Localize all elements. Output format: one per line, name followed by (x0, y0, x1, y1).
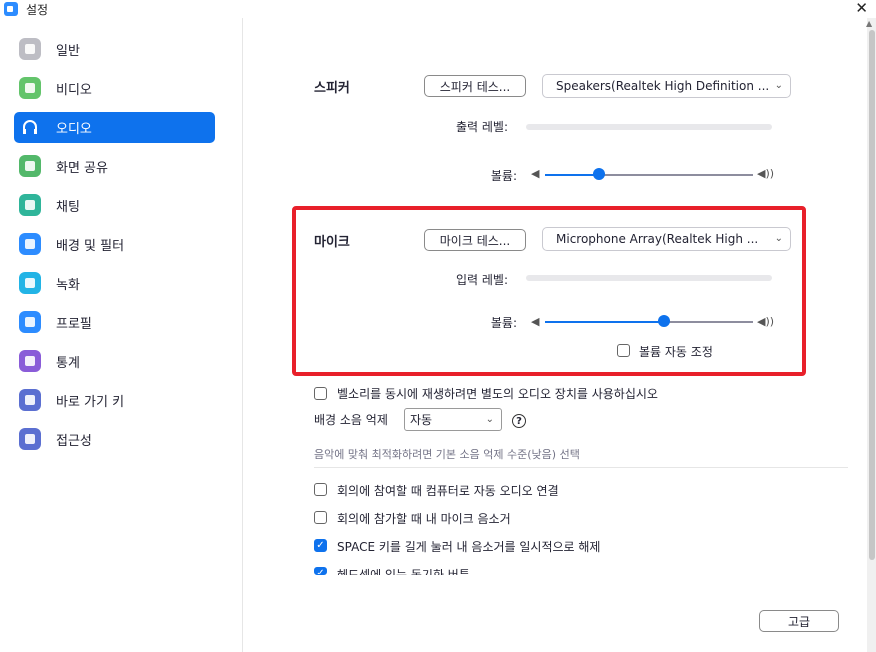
advanced-button[interactable]: 고급 (759, 610, 839, 632)
statistics-icon (19, 350, 41, 372)
option-label-1: 회의에 참가할 때 내 마이크 음소거 (337, 512, 511, 526)
record-icon (19, 272, 41, 294)
zoom-app-icon (4, 2, 18, 16)
option-label-2: SPACE 키를 길게 눌러 내 음소거를 일시적으로 해제 (337, 540, 601, 554)
sidebar-item-8[interactable]: 통계 (14, 346, 215, 377)
mic-volume-knob[interactable] (657, 315, 670, 327)
sidebar-item-9[interactable]: 바로 가기 키 (14, 385, 215, 416)
scrollbar-thumb[interactable] (869, 30, 875, 560)
sidebar-item-label: 녹화 (56, 278, 80, 293)
sidebar-item-5[interactable]: 배경 및 필터 (14, 229, 215, 260)
ringtone-label: 벨소리를 동시에 재생하려면 별도의 오디오 장치를 사용하십시오 (337, 387, 658, 401)
chat-icon (19, 194, 41, 216)
chevron-down-icon: ⌄ (774, 233, 783, 244)
keyboard-icon (19, 389, 41, 411)
mic-volume-label: 볼륨: (490, 316, 517, 330)
sidebar-item-label: 프로필 (56, 317, 92, 332)
input-level-label: 입력 레벨: (455, 273, 508, 287)
section-divider (314, 467, 848, 468)
window-title: 설정 (26, 3, 49, 17)
option-label-3: 헤드셋에 있는 동기화 버튼 (337, 568, 470, 575)
sidebar-item-label: 비디오 (56, 83, 92, 98)
option-checkbox-2[interactable]: ✓ (314, 539, 327, 552)
volume-low-icon: ◀ (531, 167, 540, 180)
ringtone-checkbox[interactable] (314, 387, 327, 400)
profile-icon (19, 311, 41, 333)
background-icon (19, 233, 41, 255)
mic-label: 마이크 (314, 235, 350, 250)
sidebar-item-label: 오디오 (56, 122, 92, 137)
volume-high-icon: ◀)) (757, 315, 775, 328)
output-level-meter (526, 124, 772, 130)
mic-device-value: Microphone Array(Realtek High ... (556, 232, 759, 246)
chevron-down-icon: ⌄ (485, 414, 494, 425)
gear-icon (19, 38, 41, 60)
auto-adjust-label: 볼륨 자동 조정 (639, 345, 713, 359)
chevron-down-icon: ⌄ (774, 80, 783, 91)
sidebar-item-4[interactable]: 채팅 (14, 190, 215, 221)
sidebar-item-label: 배경 및 필터 (56, 239, 125, 254)
speaker-volume-knob[interactable] (593, 168, 606, 180)
speaker-device-select[interactable]: Speakers(Realtek High Definition ... ⌄ (542, 74, 791, 98)
sidebar-item-label: 화면 공유 (56, 161, 108, 176)
speaker-volume-fill (545, 174, 600, 176)
sidebar-item-0[interactable]: 일반 (14, 34, 215, 65)
sidebar-item-label: 바로 가기 키 (56, 395, 125, 410)
scroll-up-icon[interactable]: ▲ (866, 19, 872, 28)
mic-device-select[interactable]: Microphone Array(Realtek High ... ⌄ (542, 227, 791, 251)
noise-suppression-label: 배경 소음 억제 (314, 413, 388, 427)
option-checkbox-0[interactable] (314, 483, 327, 496)
sidebar-item-label: 통계 (56, 356, 80, 371)
headphones-icon (19, 116, 41, 138)
option-label-0: 회의에 참여할 때 컴퓨터로 자동 오디오 연결 (337, 484, 559, 498)
noise-suppression-value: 자동 (410, 413, 433, 427)
help-icon[interactable]: ? (512, 414, 526, 428)
sidebar-item-7[interactable]: 프로필 (14, 307, 215, 338)
title-bar: 설정 ✕ (0, 0, 876, 18)
speaker-test-button[interactable]: 스피커 테스... (424, 75, 526, 97)
close-icon[interactable]: ✕ (855, 0, 868, 17)
accessibility-icon (19, 428, 41, 450)
sidebar-item-6[interactable]: 녹화 (14, 268, 215, 299)
noise-suppression-select[interactable]: 자동 ⌄ (404, 408, 502, 431)
input-level-meter (526, 275, 772, 281)
sidebar-item-label: 접근성 (56, 434, 92, 449)
speaker-volume-label: 볼륨: (490, 169, 517, 183)
share-screen-icon (19, 155, 41, 177)
sidebar-item-label: 일반 (56, 44, 80, 59)
mic-test-button[interactable]: 마이크 테스... (424, 229, 526, 251)
sidebar-item-1[interactable]: 비디오 (14, 73, 215, 104)
output-level-label: 출력 레벨: (455, 120, 508, 134)
speaker-device-value: Speakers(Realtek High Definition ... (556, 79, 770, 93)
sidebar-item-2[interactable]: 오디오 (14, 112, 215, 143)
speaker-label: 스피커 (314, 81, 350, 96)
auto-adjust-checkbox[interactable] (617, 344, 630, 357)
video-icon (19, 77, 41, 99)
volume-low-icon: ◀ (531, 315, 540, 328)
option-checkbox-1[interactable] (314, 511, 327, 524)
sidebar-item-3[interactable]: 화면 공유 (14, 151, 215, 182)
noise-hint: 음악에 맞춰 최적화하려면 기본 소음 억제 수준(낮음) 선택 (314, 448, 580, 461)
option-checkbox-3[interactable]: ✓ (314, 567, 327, 575)
volume-high-icon: ◀)) (757, 167, 775, 180)
sidebar-item-label: 채팅 (56, 200, 80, 215)
sidebar-item-10[interactable]: 접근성 (14, 424, 215, 455)
mic-volume-fill (545, 321, 664, 323)
